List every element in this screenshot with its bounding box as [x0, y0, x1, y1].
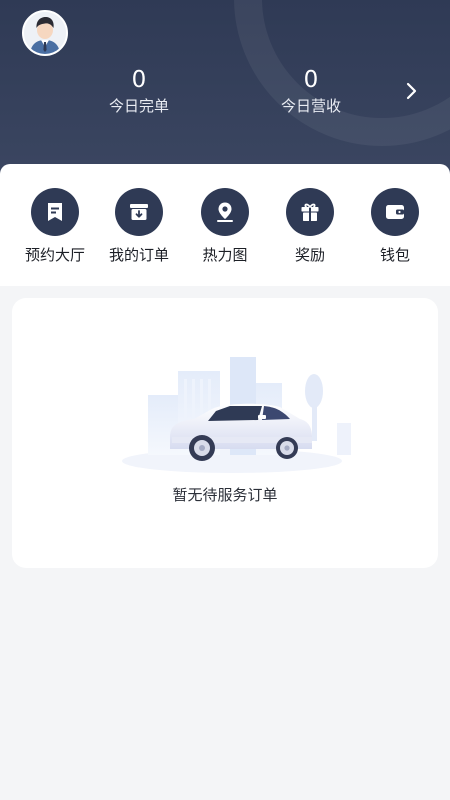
today-completed-label: 今日完单	[108, 97, 169, 115]
menu-item-my-orders[interactable]: 我的订单	[96, 188, 182, 265]
menu-item-rewards[interactable]: 奖励	[267, 188, 353, 265]
menu-item-label: 预约大厅	[24, 246, 85, 264]
pending-orders-card: 暂无待服务订单	[12, 298, 438, 568]
today-revenue-stat: 0 今日营收	[251, 66, 371, 117]
today-revenue-label: 今日营收	[280, 97, 341, 115]
menu-item-label: 钱包	[379, 246, 410, 264]
menu-item-label: 我的订单	[108, 246, 169, 264]
quick-menu: 预约大厅 我的订单 热力图 奖励 钱包	[0, 164, 450, 286]
wallet-icon	[371, 188, 419, 236]
empty-car-illustration	[122, 357, 351, 473]
avatar[interactable]	[22, 10, 68, 56]
order-box-icon	[115, 188, 163, 236]
menu-item-label: 奖励	[294, 246, 325, 264]
chevron-right-icon[interactable]	[402, 80, 422, 102]
today-revenue-value: 0	[303, 67, 319, 93]
menu-item-wallet[interactable]: 钱包	[352, 188, 438, 265]
menu-item-heatmap[interactable]: 热力图	[182, 188, 268, 265]
location-pin-icon	[201, 188, 249, 236]
today-completed-stat: 0 今日完单	[79, 66, 199, 117]
today-completed-value: 0	[131, 67, 147, 93]
bookmark-document-icon	[31, 188, 79, 236]
user-avatar-icon	[24, 12, 66, 54]
gift-icon	[286, 188, 334, 236]
empty-state-message: 暂无待服务订单	[172, 486, 278, 504]
driver-header: 0 今日完单 0 今日营收	[0, 0, 450, 180]
menu-item-booking-hall[interactable]: 预约大厅	[12, 188, 98, 265]
menu-item-label: 热力图	[202, 246, 248, 264]
